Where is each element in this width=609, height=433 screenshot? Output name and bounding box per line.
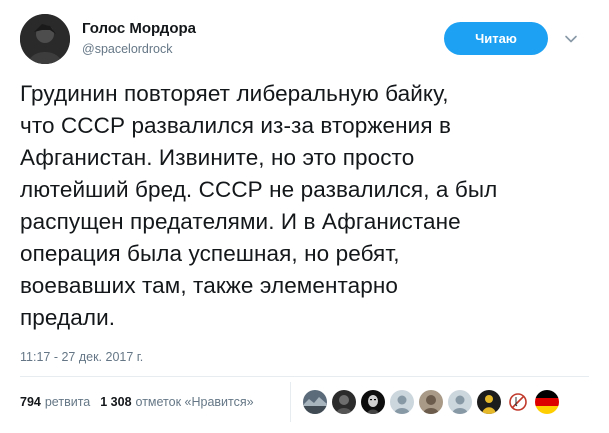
chevron-down-icon[interactable] (564, 32, 578, 46)
following-button[interactable]: Читаю (444, 22, 548, 55)
retweets-label: ретвита (44, 395, 91, 409)
likes-stat[interactable]: 1 308 отметок «Нравится» (100, 395, 253, 409)
person-photo-avatar (419, 390, 443, 414)
liker-avatar[interactable] (534, 389, 560, 415)
likers-avatars (302, 389, 563, 415)
divider (20, 376, 589, 377)
german-flag-avatar (535, 390, 559, 414)
liker-avatar[interactable] (447, 389, 473, 415)
author-avatar[interactable] (20, 14, 70, 64)
liker-avatar[interactable] (505, 389, 531, 415)
liker-avatar[interactable] (302, 389, 328, 415)
tweet-timestamp[interactable]: 11:17 - 27 дек. 2017 г. (20, 350, 143, 364)
yellow-figure-avatar (477, 390, 501, 414)
liker-avatar[interactable] (418, 389, 444, 415)
liker-avatar[interactable] (476, 389, 502, 415)
liker-avatar[interactable] (360, 389, 386, 415)
liker-avatar[interactable] (331, 389, 357, 415)
author-name[interactable]: Голос Мордора (82, 20, 196, 37)
liker-avatar[interactable] (389, 389, 415, 415)
author-handle[interactable]: @spacelordrock (82, 42, 173, 56)
landscape-avatar (303, 390, 327, 414)
retweets-count: 794 (20, 395, 41, 409)
likes-count: 1 308 (100, 395, 132, 409)
dark-figure-avatar (332, 390, 356, 414)
stats-separator (290, 382, 291, 422)
default-egg-avatar (390, 390, 414, 414)
likes-label: отметок «Нравится» (135, 395, 254, 409)
tweet-card: Голос Мордора @spacelordrock Читаю Груди… (0, 0, 609, 433)
tweet-text: Грудинин повторяет либеральную байку, чт… (20, 81, 498, 330)
black-mask-avatar (361, 390, 385, 414)
tweet-stats: 794 ретвита 1 308 отметок «Нравится» (20, 392, 264, 412)
default-egg-avatar (448, 390, 472, 414)
retweets-stat[interactable]: 794 ретвита (20, 395, 90, 409)
crossed-circle-avatar (506, 390, 530, 414)
